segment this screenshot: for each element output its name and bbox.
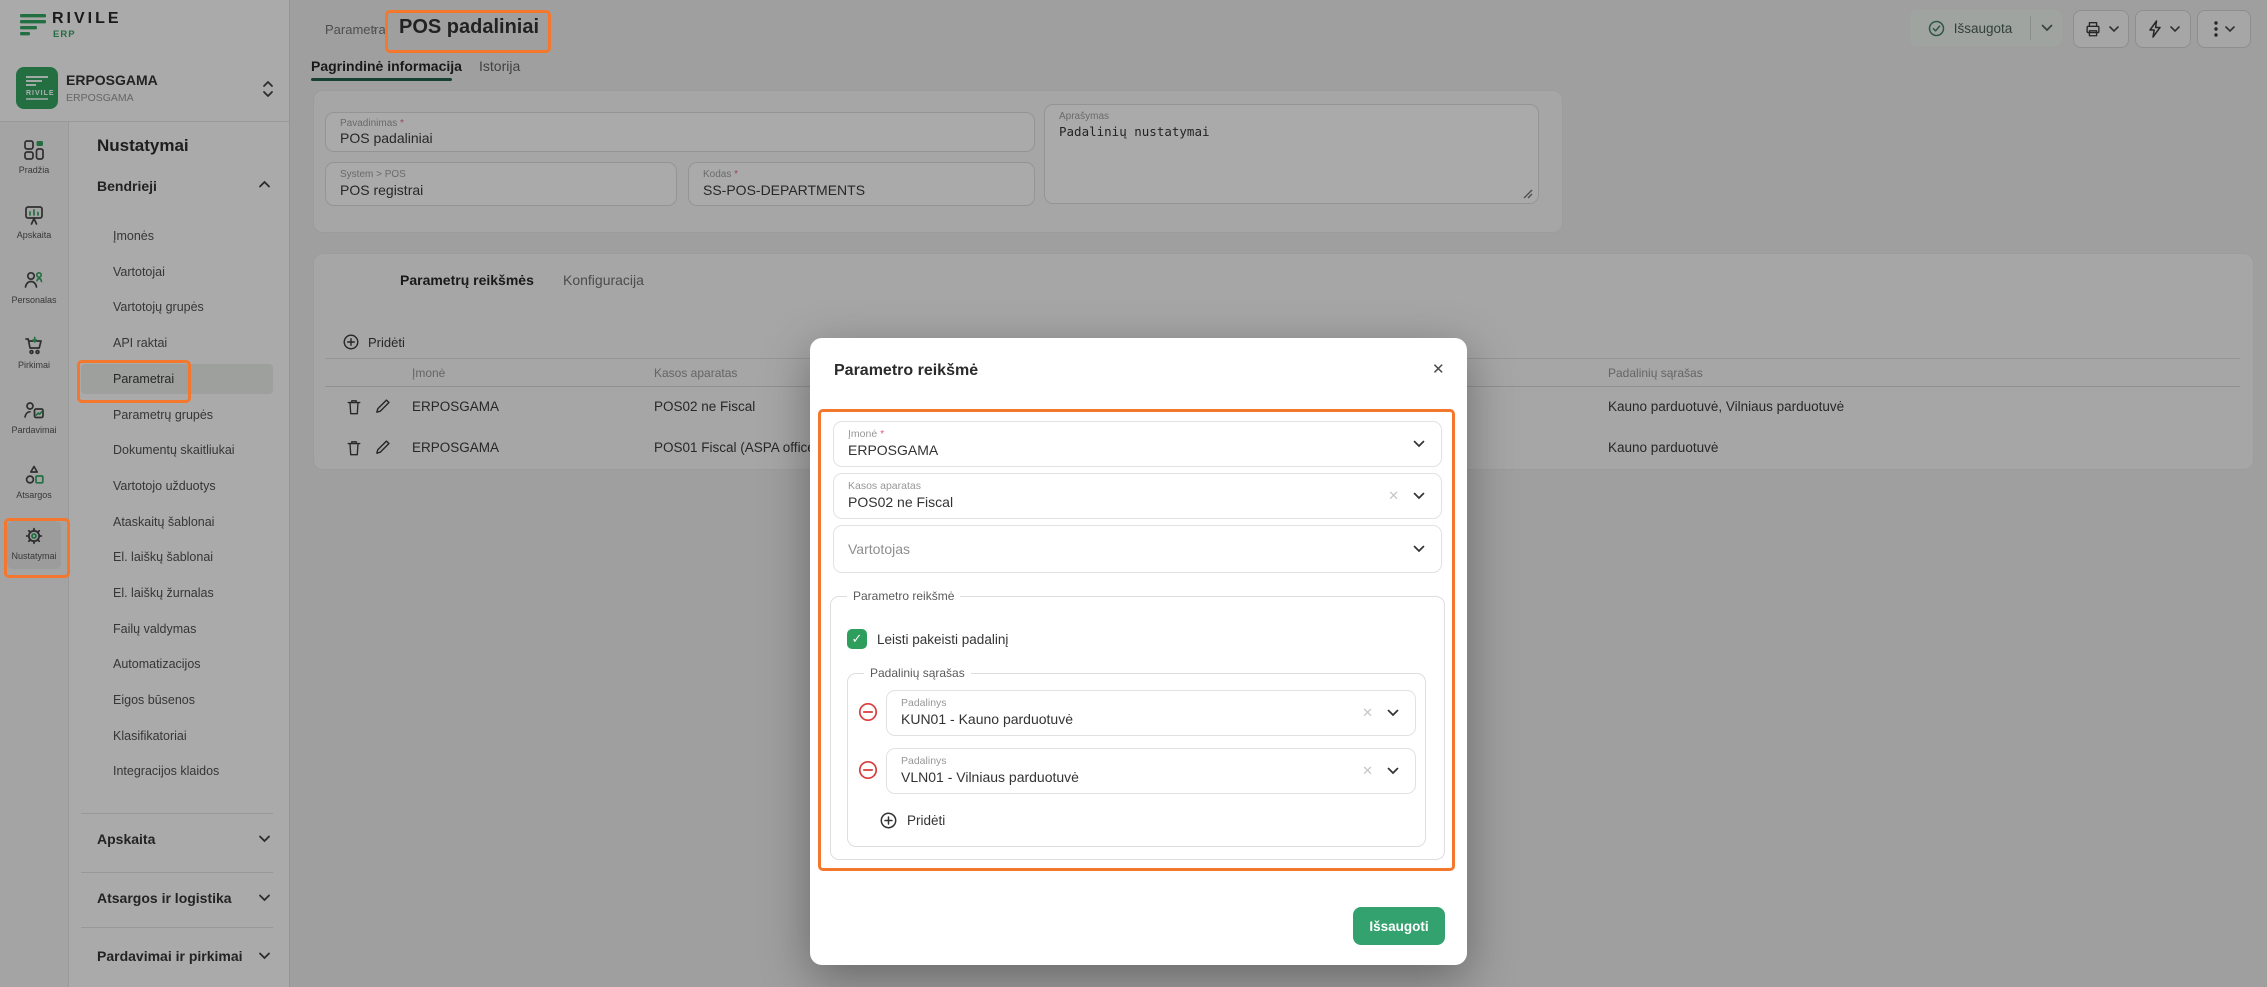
padalinys-value: KUN01 - Kauno parduotuvė <box>901 711 1415 727</box>
list-legend: Padalinių sąrašas <box>864 666 971 680</box>
remove-row-icon[interactable] <box>858 760 878 780</box>
app-canvas: RIVILE ERP RIVILE ERPOSGAMA ERPOSGAMA <box>0 0 2267 987</box>
close-icon[interactable]: ✕ <box>1432 360 1445 378</box>
clear-icon[interactable]: ✕ <box>1388 488 1399 504</box>
padalinys-select[interactable]: Padalinys KUN01 - Kauno parduotuvė ✕ <box>886 690 1416 736</box>
clear-icon[interactable]: ✕ <box>1362 705 1373 721</box>
padalinys-label: Padalinys <box>901 755 1415 767</box>
highlight-sidebar-parametrai <box>77 360 191 403</box>
padaliniai-group: Padalinių sąrašas Padalinys KUN01 - Kaun… <box>847 673 1426 847</box>
kasos-value: POS02 ne Fiscal <box>848 494 1441 510</box>
add-padalinys-button[interactable]: Pridėti <box>880 812 945 829</box>
check-icon: ✓ <box>852 631 863 647</box>
vartotojas-placeholder: Vartotojas <box>848 541 1441 557</box>
padalinys-select[interactable]: Padalinys VLN01 - Vilniaus parduotuvė ✕ <box>886 748 1416 794</box>
imone-label: Įmonė <box>848 428 877 440</box>
vartotojas-select[interactable]: Vartotojas <box>833 525 1442 573</box>
add-padalinys-label: Pridėti <box>907 813 945 828</box>
allow-change-checkbox[interactable]: ✓ <box>847 629 867 649</box>
allow-change-label: Leisti pakeisti padalinį <box>877 632 1008 647</box>
parameter-value-modal: Parametro reikšmė ✕ Įmonė * ERPOSGAMA Ka… <box>810 338 1467 965</box>
clear-icon[interactable]: ✕ <box>1362 763 1373 779</box>
chevron-down-icon[interactable] <box>1413 492 1425 500</box>
highlight-rail-nustatymai <box>4 518 70 578</box>
chevron-down-icon[interactable] <box>1387 709 1399 717</box>
imone-value: ERPOSGAMA <box>848 442 1441 458</box>
chevron-down-icon[interactable] <box>1387 767 1399 775</box>
required-mark: * <box>880 428 884 440</box>
kasos-select[interactable]: Kasos aparatas POS02 ne Fiscal ✕ <box>833 473 1442 519</box>
group-legend: Parametro reikšmė <box>847 589 960 603</box>
padalinys-value: VLN01 - Vilniaus parduotuvė <box>901 769 1415 785</box>
chevron-down-icon[interactable] <box>1413 545 1425 553</box>
padalinys-label: Padalinys <box>901 697 1415 709</box>
save-button[interactable]: Išsaugoti <box>1353 907 1445 945</box>
save-button-label: Išsaugoti <box>1369 919 1428 934</box>
remove-row-icon[interactable] <box>858 702 878 722</box>
modal-title: Parametro reikšmė <box>834 362 978 380</box>
parameter-value-group: Parametro reikšmė ✓ Leisti pakeisti pada… <box>830 596 1445 860</box>
plus-circle-icon <box>880 812 897 829</box>
kasos-label: Kasos aparatas <box>848 480 1441 492</box>
highlight-breadcrumb <box>385 10 551 53</box>
chevron-down-icon[interactable] <box>1413 440 1425 448</box>
imone-select[interactable]: Įmonė * ERPOSGAMA <box>833 421 1442 467</box>
